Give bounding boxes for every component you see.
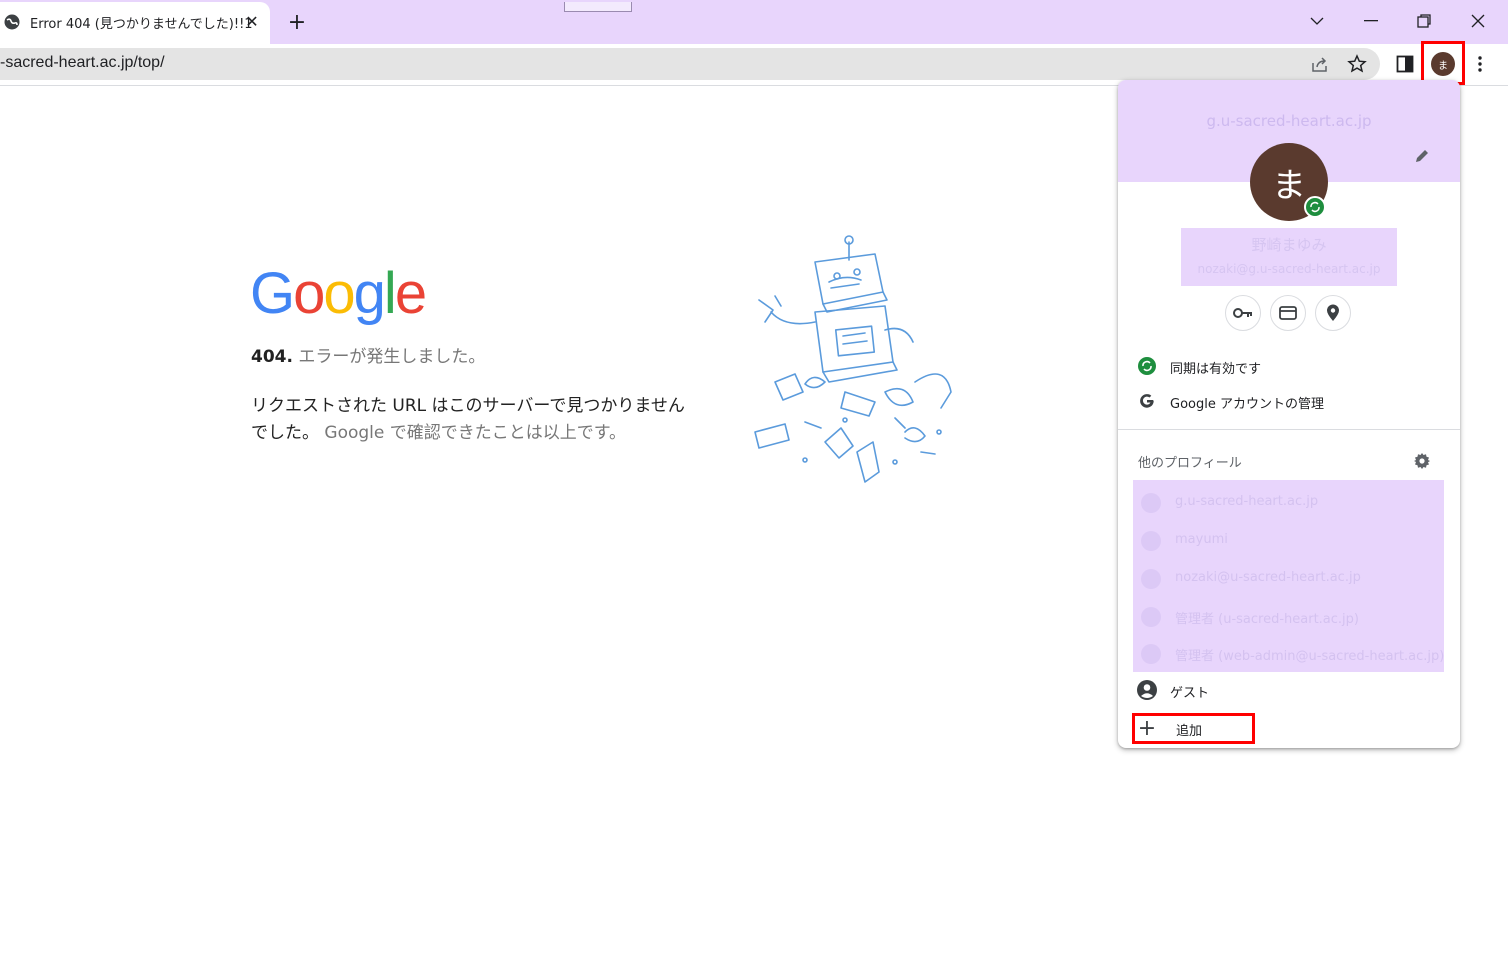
manage-account-label: Google アカウントの管理 [1170, 397, 1324, 412]
kebab-menu-icon [1478, 56, 1482, 72]
pencil-icon [1416, 150, 1428, 162]
passwords-button[interactable] [1225, 295, 1261, 331]
bookmark-button[interactable] [1345, 52, 1369, 76]
logo-letter: e [394, 261, 427, 326]
profile-item[interactable]: mayumi [1133, 521, 1444, 559]
location-pin-icon [1327, 304, 1339, 321]
address-bar[interactable] [0, 48, 1380, 80]
avatar-icon [1141, 607, 1161, 627]
sync-badge [1304, 196, 1326, 218]
error-description-c: Google で確認できたことは以上です。 [324, 423, 627, 443]
sync-status-row[interactable]: 同期は有効です [1118, 348, 1460, 384]
close-icon [1471, 14, 1485, 28]
person-icon [1141, 493, 1161, 513]
logo-letter: g [353, 261, 386, 326]
profile-item-label: 管理者 (u-sacred-heart.ac.jp) [1175, 612, 1359, 627]
broken-robot-illustration [754, 235, 952, 483]
tab-title: Error 404 (見つかりませんでした)!!1 [30, 17, 253, 32]
restore-icon [1417, 14, 1431, 28]
browser-window: Error 404 (見つかりませんでした)!!1 ✕ + -sacred-he… [0, 0, 1508, 971]
profile-name: 野崎まゆみ [1251, 236, 1327, 254]
error-description-a: リクエストされた URL はこのサーバーで見つかりません [251, 396, 685, 416]
google-logo: Google [250, 260, 427, 327]
profile-menu: g.u-sacred-heart.ac.jp ま 野崎まゆみ nozaki@g.… [1118, 80, 1460, 748]
tab-close-icon[interactable]: ✕ [242, 9, 262, 33]
new-tab-button[interactable]: + [284, 9, 310, 35]
profile-item[interactable]: 管理者 (u-sacred-heart.ac.jp) [1133, 597, 1444, 635]
highlight-profile-button [1421, 41, 1465, 85]
error-description: リクエストされた URL はこのサーバーで見つかりません でした。 Google… [251, 393, 731, 447]
account-circle-icon [1136, 679, 1158, 701]
edit-profile-button[interactable] [1410, 144, 1434, 168]
sync-icon [1310, 201, 1320, 213]
tab-search-button[interactable] [1302, 8, 1332, 34]
error-description-b: でした。 [251, 423, 319, 443]
menu-button[interactable] [1468, 52, 1492, 76]
logo-letter: G [250, 261, 295, 326]
addresses-button[interactable] [1315, 295, 1351, 331]
other-profiles-heading: 他のプロフィール [1138, 456, 1242, 471]
minimize-icon [1364, 20, 1378, 22]
manage-account-row[interactable]: Google アカウントの管理 [1118, 383, 1460, 419]
divider [1118, 429, 1460, 430]
person-icon [1141, 569, 1161, 589]
sync-on-icon [1136, 355, 1158, 377]
profile-domain: g.u-sacred-heart.ac.jp [1206, 112, 1372, 130]
logo-letter: l [383, 261, 397, 326]
guest-row[interactable]: ゲスト [1118, 672, 1460, 708]
error-heading: 404. エラーが発生しました。 [251, 342, 485, 367]
error-code: 404. [251, 347, 293, 367]
chevron-down-icon [1310, 17, 1324, 25]
avatar-icon [1141, 531, 1161, 551]
highlight-add-button [1132, 713, 1255, 744]
logo-letter: o [293, 261, 325, 326]
side-panel-icon [1396, 55, 1414, 73]
globe-icon [4, 14, 20, 30]
profile-item-label: 管理者 (web-admin@u-sacred-heart.ac.jp) [1175, 649, 1445, 664]
profile-item[interactable]: 管理者 (web-admin@u-sacred-heart.ac.jp) [1133, 634, 1444, 672]
guest-label: ゲスト [1170, 686, 1210, 701]
minimize-button[interactable] [1356, 8, 1386, 34]
payment-methods-button[interactable] [1270, 295, 1306, 331]
share-icon [1312, 57, 1327, 72]
error-message: エラーが発生しました。 [298, 347, 486, 367]
side-panel-button[interactable] [1393, 52, 1417, 76]
restore-button[interactable] [1409, 8, 1439, 34]
profile-item[interactable]: nozaki@u-sacred-heart.ac.jp [1133, 559, 1444, 597]
profile-item-label: nozaki@u-sacred-heart.ac.jp [1175, 570, 1361, 585]
google-g-icon [1136, 390, 1158, 412]
window-close-button[interactable] [1463, 8, 1493, 34]
profile-item-label: g.u-sacred-heart.ac.jp [1175, 494, 1319, 509]
profile-item-label: mayumi [1175, 532, 1228, 547]
sync-status-label: 同期は有効です [1170, 362, 1262, 377]
key-icon [1233, 308, 1252, 318]
manage-profiles-button[interactable] [1410, 449, 1434, 473]
credit-card-icon [1279, 306, 1297, 320]
profile-item[interactable]: g.u-sacred-heart.ac.jp [1133, 483, 1444, 521]
profile-email: nozaki@g.u-sacred-heart.ac.jp [1197, 262, 1381, 276]
avatar-icon [1141, 644, 1161, 664]
star-icon [1347, 54, 1367, 73]
share-button[interactable] [1308, 52, 1332, 76]
url-text[interactable]: -sacred-heart.ac.jp/top/ [0, 54, 165, 72]
drag-indicator [564, 2, 632, 12]
gear-icon [1414, 453, 1430, 469]
logo-letter: o [323, 261, 355, 326]
